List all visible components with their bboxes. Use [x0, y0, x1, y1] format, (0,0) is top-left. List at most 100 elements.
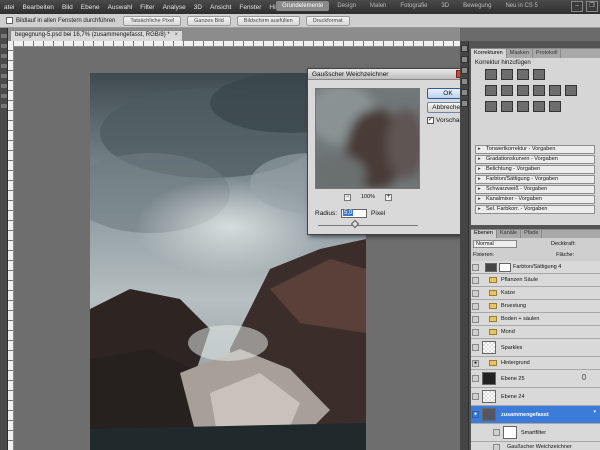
hue-saturation-icon[interactable] — [501, 85, 513, 96]
radius-slider-thumb[interactable] — [350, 219, 360, 229]
visibility-icon[interactable] — [472, 277, 479, 284]
channel-mixer-icon[interactable] — [565, 85, 577, 96]
tool-button[interactable] — [1, 34, 7, 38]
tab-masks[interactable]: Masken — [507, 49, 534, 58]
selected-layer-row[interactable]: ● zusammengefasst ▾ — [471, 406, 600, 424]
visibility-icon[interactable] — [472, 290, 479, 297]
eye-icon[interactable]: ● — [472, 411, 479, 418]
layer-group-row[interactable]: Bruestung — [471, 300, 600, 313]
minimize-icon[interactable]: – — [571, 1, 583, 12]
eye-icon[interactable]: ● — [472, 360, 479, 367]
panel-toggle-button[interactable] — [461, 78, 468, 85]
menu-window[interactable]: Fenster — [235, 4, 265, 11]
fill-screen-button[interactable]: Bildschirm ausfüllen — [236, 15, 300, 26]
layer-group-row[interactable]: Boden + säulen — [471, 313, 600, 326]
tab-history[interactable]: Protokoll — [533, 49, 562, 58]
zoom-out-button[interactable]: − — [344, 193, 351, 201]
exposure-icon[interactable] — [533, 69, 545, 80]
menu-3d[interactable]: 3D — [190, 4, 206, 11]
visibility-icon[interactable] — [472, 316, 479, 323]
fit-screen-button[interactable]: Ganzes Bild — [187, 15, 231, 26]
tool-button[interactable] — [1, 44, 7, 48]
smart-filter-row[interactable]: Smartfilter — [471, 424, 600, 442]
preset-item[interactable]: Belichtung - Vorgaben — [475, 165, 595, 174]
preset-item[interactable]: Tonwertkorrektur - Vorgaben — [475, 145, 595, 154]
menu-analysis[interactable]: Analyse — [159, 4, 190, 11]
preset-item[interactable]: Sel. Farbkorr. - Vorgaben — [475, 205, 595, 214]
workspace-motion[interactable]: Bewegung — [457, 1, 497, 11]
menu-view[interactable]: Ansicht — [206, 4, 235, 11]
radius-input[interactable]: 5,0 — [341, 209, 368, 218]
layer-row[interactable]: Farbton/Sättigung 4 — [471, 261, 600, 274]
menu-image[interactable]: Bild — [58, 4, 77, 11]
curves-icon[interactable] — [517, 69, 529, 80]
black-white-icon[interactable] — [533, 85, 545, 96]
menu-file[interactable]: atei — [0, 4, 18, 11]
blend-mode-select[interactable]: Normal — [473, 240, 517, 248]
layer-group-row[interactable]: Mond — [471, 326, 600, 339]
workspace-painting[interactable]: Malen — [364, 1, 392, 11]
selective-color-icon[interactable] — [549, 101, 561, 112]
tab-paths[interactable]: Pfade — [521, 230, 543, 238]
layer-row[interactable]: Ebene 24 — [471, 388, 600, 406]
threshold-icon[interactable] — [517, 101, 529, 112]
layer-group-row[interactable]: Katze — [471, 287, 600, 300]
preset-item[interactable]: Kanalmixer - Vorgaben — [475, 195, 595, 204]
brightness-icon[interactable] — [485, 69, 497, 80]
print-size-button[interactable]: Druckformat — [305, 15, 350, 26]
preset-item[interactable]: Gradationskurven - Vorgaben — [475, 155, 595, 164]
visibility-icon[interactable] — [472, 303, 479, 310]
panel-toggle-button[interactable] — [461, 89, 468, 96]
vibrance-icon[interactable] — [485, 85, 497, 96]
menu-edit[interactable]: Bearbeiten — [18, 4, 57, 11]
tool-button[interactable] — [1, 104, 7, 108]
levels-icon[interactable] — [501, 69, 513, 80]
tool-button[interactable] — [1, 94, 7, 98]
tab-adjustments[interactable]: Korrekturen — [471, 49, 507, 58]
tool-button[interactable] — [1, 84, 7, 88]
tool-button[interactable] — [1, 64, 7, 68]
workspace-photography[interactable]: Fotografie — [394, 1, 433, 11]
blur-preview[interactable] — [315, 88, 420, 189]
workspace-new-in-cs5[interactable]: Neu in CS 5 — [499, 1, 543, 11]
panel-toggle-button[interactable] — [461, 56, 468, 63]
tab-layers[interactable]: Ebenen — [471, 230, 497, 238]
invert-icon[interactable] — [485, 101, 497, 112]
visibility-icon[interactable] — [472, 264, 479, 271]
zoom-in-button[interactable]: + — [384, 193, 392, 201]
filter-entry-row[interactable]: Gaußscher Weichzeichner — [471, 442, 600, 450]
layer-group-row[interactable]: ● Hintergrund — [471, 357, 600, 370]
menu-layer[interactable]: Ebene — [77, 4, 104, 11]
panel-toggle-button[interactable] — [461, 100, 468, 107]
gradient-map-icon[interactable] — [533, 101, 545, 112]
posterize-icon[interactable] — [501, 101, 513, 112]
preset-item[interactable]: Schwarzweiß - Vorgaben — [475, 185, 595, 194]
visibility-icon[interactable] — [472, 375, 479, 382]
scroll-all-checkbox[interactable] — [6, 17, 13, 24]
radius-slider-track[interactable] — [318, 225, 418, 226]
color-balance-icon[interactable] — [517, 85, 529, 96]
visibility-icon[interactable] — [493, 429, 500, 436]
close-icon[interactable]: × — [174, 32, 178, 38]
panel-toggle-button[interactable] — [461, 45, 468, 52]
actual-pixels-button[interactable]: Tatsächliche Pixel — [123, 15, 182, 26]
menu-filter[interactable]: Filter — [136, 4, 158, 11]
workspace-essentials[interactable]: Grundelemente — [276, 1, 330, 11]
smart-object-icon[interactable]: ▾ — [593, 409, 596, 415]
visibility-icon[interactable] — [493, 444, 500, 450]
workspace-3d[interactable]: 3D — [435, 1, 455, 11]
layer-row[interactable]: Ebene 25 — [471, 370, 600, 388]
panel-toggle-button[interactable] — [461, 67, 468, 74]
menu-select[interactable]: Auswahl — [104, 4, 137, 11]
visibility-icon[interactable] — [472, 344, 479, 351]
tool-button[interactable] — [1, 54, 7, 58]
workspace-design[interactable]: Design — [331, 1, 362, 11]
tab-channels[interactable]: Kanäle — [497, 230, 522, 238]
visibility-icon[interactable] — [472, 329, 479, 336]
dialog-title[interactable]: Gaußscher Weichzeichner — [308, 69, 472, 80]
preset-item[interactable]: Farbton/Sättigung - Vorgaben — [475, 175, 595, 184]
layer-group-row[interactable]: Pflanzen Säule — [471, 274, 600, 287]
document-tab[interactable]: begegnung-5.psd bei 16,7% (zusammengefas… — [10, 30, 183, 41]
preview-checkbox[interactable]: ✓ — [427, 117, 434, 124]
restore-icon[interactable]: ❐ — [586, 1, 598, 12]
